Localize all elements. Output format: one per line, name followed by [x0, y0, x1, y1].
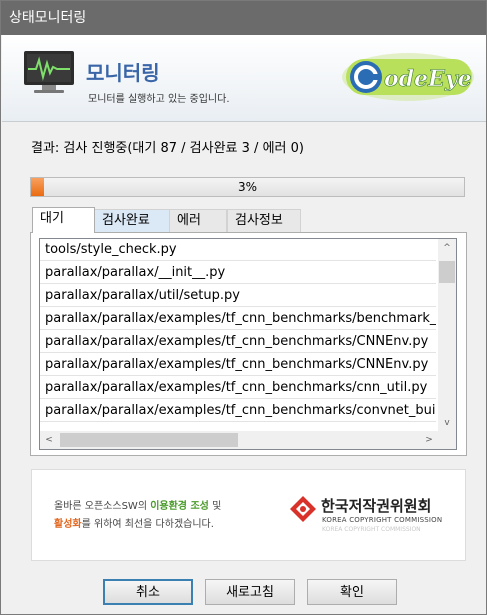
result-status: 결과: 검사 진행중(대기 87 / 검사완료 3 / 에러 0) — [31, 141, 304, 156]
banner-line-1-suffix: 및 — [208, 501, 222, 512]
window-title: 상태모니터링 — [1, 1, 486, 35]
logo-text: odeEye — [384, 66, 472, 92]
banner-line-2: 활성화를 위하여 최선을 다하겠습니다. — [54, 515, 214, 530]
file-listbox[interactable]: tools/style_check.py parallax/parallax/_… — [39, 238, 457, 450]
kcc-logo-icon — [290, 496, 316, 522]
copyright-banner: 올바른 오픈소스SW의 이용환경 조성 및 활성화를 위하여 최선을 다하겠습니… — [31, 469, 466, 561]
monitor-icon — [24, 51, 74, 93]
tab-inspection-complete[interactable]: 검사완료 — [94, 209, 170, 233]
kcc-english-name-faded: KOREA COPYRIGHT COMMISSION — [322, 526, 421, 533]
scroll-left-arrow-icon[interactable]: < — [40, 431, 58, 449]
banner-line-1: 올바른 오픈소스SW의 이용환경 조성 및 — [54, 497, 221, 512]
banner: 모니터링 모니터를 실행하고 있는 중입니다. odeEye — [2, 35, 486, 122]
kcc-english-name: KOREA COPYRIGHT COMMISSION — [322, 516, 443, 524]
scroll-up-arrow-icon[interactable]: ^ — [438, 239, 456, 257]
vertical-scroll-thumb[interactable] — [439, 261, 455, 283]
list-item[interactable]: tools/style_check.py — [40, 239, 436, 261]
banner-line-1-prefix: 올바른 오픈소스SW의 — [54, 501, 151, 512]
tab-waiting[interactable]: 대기 — [32, 207, 95, 233]
ok-button[interactable]: 확인 — [307, 579, 397, 605]
scroll-down-arrow-icon[interactable]: v — [438, 414, 456, 432]
list-item[interactable]: parallax/parallax/examples/tf_cnn_benchm… — [40, 400, 436, 422]
vertical-scrollbar[interactable]: ^ v — [438, 239, 456, 432]
tab-inspection-info[interactable]: 검사정보 — [227, 209, 301, 233]
list-item[interactable]: parallax/parallax/examples/tf_cnn_benchm… — [40, 377, 436, 399]
banner-line-2-suffix: 를 위하여 최선을 다하겠습니다. — [81, 519, 214, 530]
tab-error[interactable]: 에러 — [169, 209, 227, 233]
progress-label: 3% — [237, 180, 258, 194]
progress-bar: 3% — [30, 177, 465, 197]
horizontal-scrollbar[interactable]: < > — [40, 431, 438, 449]
list-item[interactable]: parallax/parallax/examples/tf_cnn_benchm… — [40, 331, 436, 353]
list-item[interactable]: parallax/parallax/util/setup.py — [40, 285, 436, 307]
horizontal-scroll-thumb[interactable] — [60, 433, 238, 447]
list-item[interactable]: parallax/parallax/examples/tf_cnn_benchm… — [40, 354, 436, 376]
banner-highlight-environment: 이용환경 조성 — [150, 501, 209, 512]
banner-subtitle: 모니터를 실행하고 있는 중입니다. — [88, 94, 230, 105]
scrollbar-corner — [438, 431, 456, 449]
list-item[interactable]: parallax/parallax/examples/tf_cnn_benchm… — [40, 308, 436, 330]
kcc-name: 한국저작권위원회 — [321, 497, 432, 515]
codeeye-logo: odeEye — [342, 53, 474, 101]
banner-highlight-activation: 활성화 — [54, 519, 82, 530]
refresh-button[interactable]: 새로고침 — [205, 579, 295, 605]
status-monitor-window: 상태모니터링 모니터링 모니터를 실행하고 있는 중입니다. odeEye 결과… — [0, 0, 487, 615]
cancel-button[interactable]: 취소 — [103, 579, 193, 605]
banner-title: 모니터링 — [86, 61, 160, 85]
list-item[interactable]: parallax/parallax/__init__.py — [40, 262, 436, 284]
scroll-right-arrow-icon[interactable]: > — [420, 431, 438, 449]
